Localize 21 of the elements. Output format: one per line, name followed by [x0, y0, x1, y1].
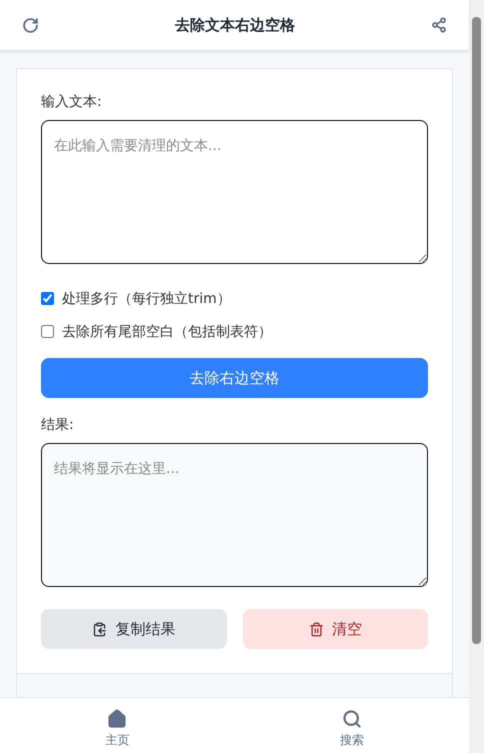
option-checkbox[interactable] — [41, 325, 54, 338]
trim-button[interactable]: 去除右边空格 — [41, 358, 428, 398]
option-checkbox[interactable] — [41, 292, 54, 305]
refresh-button[interactable] — [22, 16, 39, 34]
search-icon — [342, 709, 362, 729]
house-icon — [107, 709, 128, 729]
input-label: 输入文本: — [41, 93, 103, 111]
input-field[interactable]: 在此输入需要清理的文本... — [41, 120, 428, 264]
copy-button[interactable]: 复制结果 — [41, 609, 226, 649]
home-tab[interactable]: 主页 — [0, 698, 234, 753]
clear-button[interactable]: 清空 — [242, 609, 428, 649]
option-label: 去除所有尾部空白（包括制表符） — [62, 322, 272, 340]
share-button[interactable] — [431, 17, 447, 33]
page-title: 去除文本右边空格 — [175, 16, 295, 34]
clipboard-icon — [92, 622, 108, 636]
search-tab[interactable]: 搜索 — [234, 698, 469, 753]
result-field[interactable]: 结果将显示在这里... — [41, 443, 428, 587]
option-label: 处理多行（每行独立trim） — [62, 290, 231, 308]
result-label: 结果: — [41, 416, 75, 434]
scrollbar[interactable] — [469, 0, 484, 753]
trash-icon — [308, 622, 324, 636]
